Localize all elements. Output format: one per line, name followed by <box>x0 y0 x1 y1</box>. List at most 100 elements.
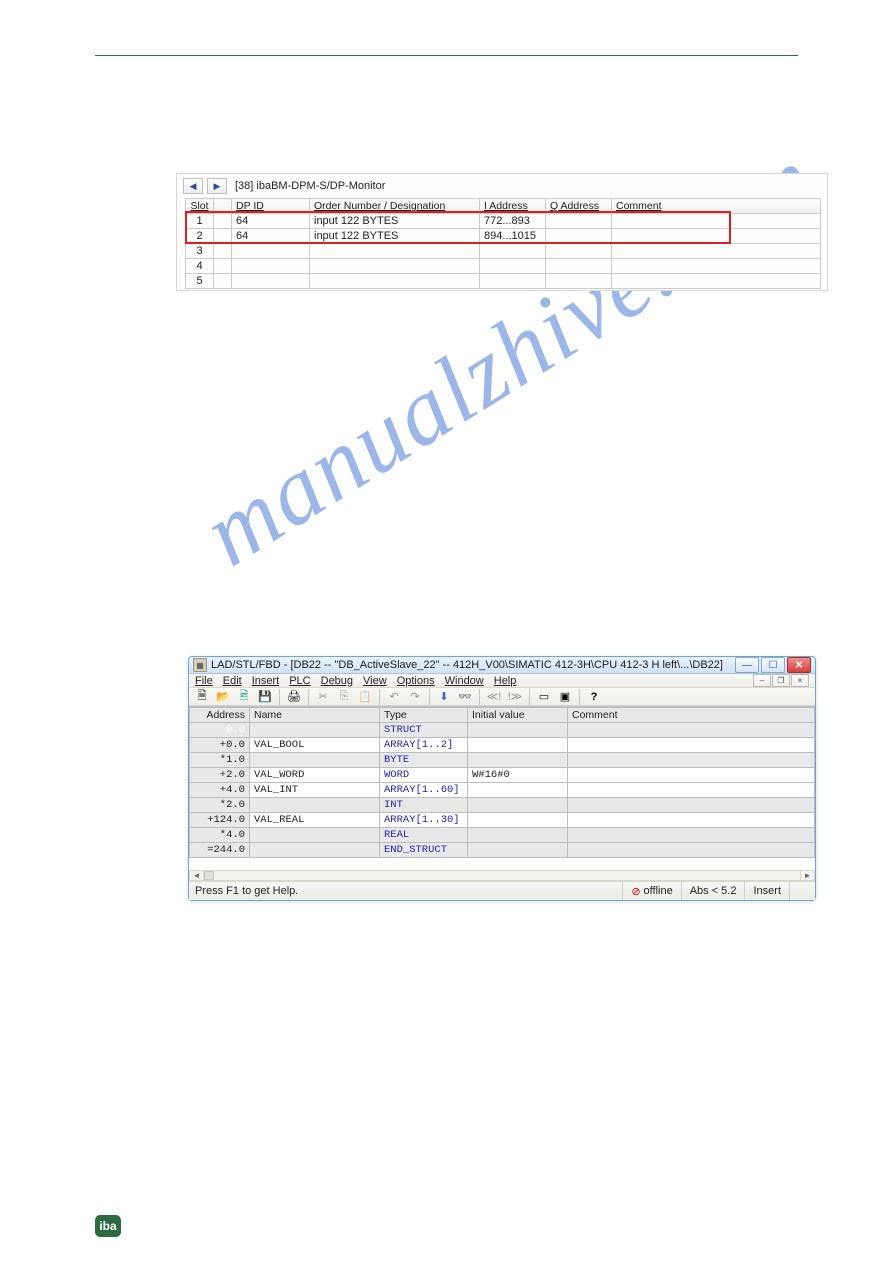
table-row[interactable]: 164input 122 BYTES772...893 <box>186 214 821 229</box>
th-slot[interactable]: Slot <box>186 199 214 214</box>
th-type[interactable]: Type <box>380 708 468 723</box>
cell-initial: W#16#0 <box>468 768 568 783</box>
menu-window[interactable]: Window <box>445 675 484 687</box>
new-icon[interactable]: 🗎 <box>193 688 211 705</box>
help-icon[interactable]: ? <box>585 688 603 705</box>
table-row[interactable]: 4 <box>186 259 821 274</box>
next-error-icon[interactable]: !≫ <box>506 688 524 705</box>
cell-comment <box>568 813 815 828</box>
save-icon[interactable]: 💾 <box>256 688 274 705</box>
mdi-restore-button[interactable]: ❐ <box>772 674 790 687</box>
menu-plc[interactable]: PLC <box>289 675 310 687</box>
cell-slot: 4 <box>186 259 214 274</box>
cut-icon[interactable]: ✂ <box>314 688 332 705</box>
menu-options[interactable]: Options <box>397 675 435 687</box>
table-row[interactable]: 0.0STRUCT <box>190 723 815 738</box>
th-iaddr[interactable]: I Address <box>480 199 546 214</box>
partner-icon[interactable]: 🖻 <box>235 688 253 705</box>
cell-comment <box>568 723 815 738</box>
cell-dpid <box>232 244 310 259</box>
maximize-button[interactable]: ☐ <box>761 657 785 673</box>
title-bar[interactable]: ▦ LAD/STL/FBD - [DB22 -- "DB_ActiveSlave… <box>189 657 815 674</box>
cell-comment <box>568 783 815 798</box>
table-row[interactable]: +124.0VAL_REALARRAY[1..30] <box>190 813 815 828</box>
overview-icon[interactable]: ▭ <box>535 688 553 705</box>
mdi-minimize-button[interactable]: – <box>753 674 771 687</box>
cell-name <box>250 798 380 813</box>
db-struct-table: Address Name Type Initial value Comment … <box>189 707 815 858</box>
cell-iaddr: 894...1015 <box>480 229 546 244</box>
th-name[interactable]: Name <box>250 708 380 723</box>
mdi-close-button[interactable]: × <box>791 674 809 687</box>
th-comment[interactable]: Comment <box>612 199 821 214</box>
print-icon[interactable]: 🖨 <box>285 688 303 705</box>
table-row[interactable]: 264input 122 BYTES894...1015 <box>186 229 821 244</box>
menu-view[interactable]: View <box>363 675 387 687</box>
close-button[interactable]: ✕ <box>787 657 811 673</box>
cell-address: 0.0 <box>190 723 250 738</box>
table-row[interactable]: 3 <box>186 244 821 259</box>
th-qaddr[interactable]: Q Address <box>546 199 612 214</box>
th-icon[interactable] <box>214 199 232 214</box>
cell-name: VAL_REAL <box>250 813 380 828</box>
paste-icon[interactable]: 📋 <box>356 688 374 705</box>
open-icon[interactable]: 📂 <box>214 688 232 705</box>
cell-address: *2.0 <box>190 798 250 813</box>
download-icon[interactable]: ⬇ <box>435 688 453 705</box>
scroll-thumb[interactable] <box>204 871 214 880</box>
cell-address: +0.0 <box>190 738 250 753</box>
table-row[interactable]: +2.0VAL_WORDWORDW#16#0 <box>190 768 815 783</box>
cell-name <box>250 723 380 738</box>
cell-order <box>310 274 480 289</box>
monitor-icon[interactable]: 👓 <box>456 688 474 705</box>
cell-type: ARRAY[1..60] <box>380 783 468 798</box>
cell-comment <box>612 259 821 274</box>
cell-address: *1.0 <box>190 753 250 768</box>
scroll-right-icon[interactable]: ► <box>800 871 814 880</box>
table-row[interactable]: *2.0INT <box>190 798 815 813</box>
toolbar-separator <box>579 689 580 705</box>
table-row[interactable]: +4.0VAL_INTARRAY[1..60] <box>190 783 815 798</box>
th-dpid[interactable]: DP ID <box>232 199 310 214</box>
cell-initial <box>468 753 568 768</box>
th-initial[interactable]: Initial value <box>468 708 568 723</box>
cell-type: END_STRUCT <box>380 843 468 858</box>
prev-error-icon[interactable]: ≪! <box>485 688 503 705</box>
toolbar-separator <box>429 689 430 705</box>
status-abs: Abs < 5.2 <box>681 882 745 900</box>
th-comment[interactable]: Comment <box>568 708 815 723</box>
th-address[interactable]: Address <box>190 708 250 723</box>
redo-icon[interactable]: ↷ <box>406 688 424 705</box>
menu-edit[interactable]: Edit <box>223 675 242 687</box>
cell-comment <box>568 828 815 843</box>
cell-name: VAL_BOOL <box>250 738 380 753</box>
table-row[interactable]: +0.0VAL_BOOLARRAY[1..2] <box>190 738 815 753</box>
copy-icon[interactable]: ⎘ <box>335 688 353 705</box>
scroll-left-icon[interactable]: ◄ <box>190 871 204 880</box>
cell-iaddr <box>480 259 546 274</box>
table-row[interactable]: *1.0BYTE <box>190 753 815 768</box>
cell-icon <box>214 244 232 259</box>
cell-qaddr <box>546 214 612 229</box>
table-row[interactable]: *4.0REAL <box>190 828 815 843</box>
cell-iaddr <box>480 274 546 289</box>
cell-dpid <box>232 259 310 274</box>
table-row[interactable]: 5 <box>186 274 821 289</box>
cell-name: VAL_INT <box>250 783 380 798</box>
cell-initial <box>468 783 568 798</box>
menu-insert[interactable]: Insert <box>252 675 280 687</box>
dp-monitor-panel: ◀ ▶ [38] ibaBM-DPM-S/DP-Monitor Slot DP … <box>176 173 828 291</box>
undo-icon[interactable]: ↶ <box>385 688 403 705</box>
table-row[interactable]: =244.0END_STRUCT <box>190 843 815 858</box>
nav-back-button[interactable]: ◀ <box>183 178 203 194</box>
horizontal-scrollbar[interactable]: ◄ ► <box>189 870 815 881</box>
th-order[interactable]: Order Number / Designation <box>310 199 480 214</box>
menu-file[interactable]: File <box>195 675 213 687</box>
nav-forward-button[interactable]: ▶ <box>207 178 227 194</box>
dp-slot-table: Slot DP ID Order Number / Designation I … <box>185 198 821 289</box>
menu-help[interactable]: Help <box>494 675 517 687</box>
minimize-button[interactable]: — <box>735 657 759 673</box>
menu-debug[interactable]: Debug <box>321 675 353 687</box>
toolbar-separator <box>529 689 530 705</box>
detail-icon[interactable]: ▣ <box>556 688 574 705</box>
